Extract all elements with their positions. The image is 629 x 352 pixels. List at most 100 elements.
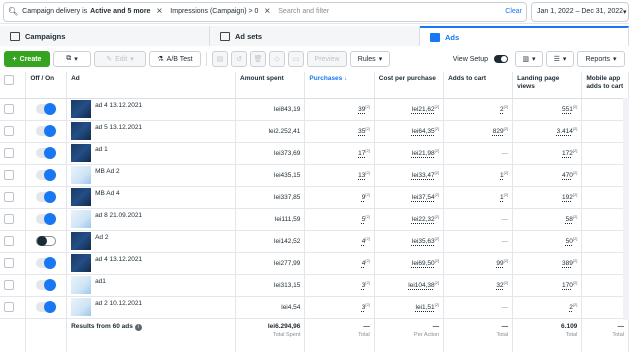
atc-cell[interactable]: 99[2] [443, 252, 514, 275]
table-row[interactable]: ad 1 lei373,69 17[2] lei21,98[2] —172[2] [0, 142, 629, 165]
row-checkbox[interactable] [4, 104, 14, 114]
cpp-cell-value[interactable]: lei104,38 [408, 283, 434, 290]
lpv-cell[interactable]: 2[2] [512, 296, 583, 319]
lpv-cell[interactable]: 192[2] [512, 186, 583, 209]
atc-cell-value[interactable]: 829 [493, 129, 504, 136]
ad-cell[interactable]: ad1 [66, 274, 237, 297]
table-row[interactable]: ad 5 13.12.2021 lei2.252,41 35[2] lei64,35[… [0, 120, 629, 143]
lpv-cell-value[interactable]: 170 [562, 283, 573, 290]
lpv-cell-value[interactable]: 50 [566, 239, 573, 246]
lpv-cell-value[interactable]: 192 [562, 195, 573, 202]
ad-name[interactable]: Ad 2 [95, 232, 108, 241]
lpv-cell-value[interactable]: 58 [566, 217, 573, 224]
ad-cell[interactable]: ad 8 21.09.2021 [66, 208, 237, 231]
date-range-picker[interactable]: Jan 1, 2022 – Dec 31, 2022 ▾ [531, 1, 629, 22]
purchases-cell[interactable]: 3[2] [304, 274, 375, 297]
purchases-cell[interactable]: 39[2] [304, 98, 375, 121]
column-header-ad[interactable]: Ad [66, 72, 237, 99]
atc-cell[interactable]: 32[2] [443, 274, 514, 297]
delete-button[interactable]: 🗑︎ [250, 51, 266, 67]
column-header-adds-to-cart[interactable]: Adds to cart [443, 72, 514, 99]
ad-name[interactable]: ad 4 13.12.2021 [95, 254, 142, 263]
lpv-cell[interactable]: 170[2] [512, 274, 583, 297]
cpp-cell[interactable]: lei21,62[2] [374, 98, 445, 121]
lpv-cell[interactable]: 172[2] [512, 142, 583, 165]
ad-cell[interactable]: Ad 2 [66, 230, 237, 253]
atc-cell[interactable]: 2[2] [443, 98, 514, 121]
cpp-cell-value[interactable]: lei33,47 [412, 173, 435, 180]
lpv-cell-value[interactable]: 389 [562, 261, 573, 268]
delivery-toggle[interactable] [36, 279, 57, 291]
table-row[interactable]: ad 4 13.12.2021 lei843,19 39[2] lei21,62[2]… [0, 98, 629, 121]
create-button[interactable]: + Create [4, 51, 50, 67]
row-checkbox[interactable] [4, 214, 14, 224]
cpp-cell-value[interactable]: lei64,35 [412, 129, 435, 136]
purchases-cell[interactable]: 17[2] [304, 142, 375, 165]
lpv-cell[interactable]: 58[2] [512, 208, 583, 231]
delivery-toggle[interactable] [36, 213, 57, 225]
row-checkbox[interactable] [4, 148, 14, 158]
delivery-toggle[interactable] [36, 103, 57, 115]
column-header-landing-page-views[interactable]: Landing page views [512, 72, 583, 99]
lpv-cell[interactable]: 470[2] [512, 164, 583, 187]
atc-cell-value[interactable]: 32 [496, 283, 503, 290]
cpp-cell-value[interactable]: lei21,98 [412, 151, 435, 158]
table-row[interactable]: MB Ad 4 lei337,85 9[2] lei37,54[2] 1[2] 192[2… [0, 186, 629, 209]
purchases-cell[interactable]: 3[2] [304, 296, 375, 319]
cpp-cell-value[interactable]: lei21,62 [412, 107, 435, 114]
ad-cell[interactable]: MB Ad 4 [66, 186, 237, 209]
row-checkbox[interactable] [4, 258, 14, 268]
ad-name[interactable]: ad 4 13.12.2021 [95, 100, 142, 109]
ad-name[interactable]: ad1 [95, 276, 106, 285]
table-row[interactable]: Ad 2 lei142,52 4[2] lei35,63[2] —50[2] [0, 230, 629, 253]
close-icon[interactable]: × [264, 6, 270, 17]
lpv-cell[interactable]: 50[2] [512, 230, 583, 253]
purchases-cell[interactable]: 13[2] [304, 164, 375, 187]
column-header-purchases[interactable]: Purchases ↓ [304, 72, 375, 99]
delivery-toggle[interactable] [36, 191, 57, 203]
columns-button[interactable]: ▥ ▾ [515, 51, 543, 67]
lpv-cell-value[interactable]: 172 [562, 151, 573, 158]
ab-test-button[interactable]: ⚗ A/B Test [149, 51, 201, 67]
ad-name[interactable]: ad 2 10.12.2021 [95, 298, 142, 307]
preview-button[interactable]: Preview [307, 51, 347, 67]
purchases-cell[interactable]: 9[2] [304, 186, 375, 209]
cpp-cell[interactable]: lei22,32[2] [374, 208, 445, 231]
lpv-cell-value[interactable]: 551 [562, 107, 573, 114]
row-checkbox[interactable] [4, 126, 14, 136]
edit-button[interactable]: ✎ Edit ▾ [94, 51, 146, 67]
tag-button[interactable]: ◇ [269, 51, 285, 67]
cpp-cell[interactable]: lei1,51[2] [374, 296, 445, 319]
atc-cell-value[interactable]: 99 [496, 261, 503, 268]
ad-cell[interactable]: MB Ad 2 [66, 164, 237, 187]
ad-name[interactable]: ad 5 13.12.2021 [95, 122, 142, 131]
table-row[interactable]: ad 8 21.09.2021 lei111,59 5[2] lei22,32[2] —… [0, 208, 629, 231]
breakdown-button[interactable]: ☰ ▾ [546, 51, 574, 67]
comment-button[interactable]: ▭ [288, 51, 304, 67]
filter-chip-delivery[interactable]: Campaign delivery is Active and 5 more × [22, 6, 162, 17]
delivery-toggle[interactable] [36, 257, 57, 269]
row-checkbox[interactable] [4, 170, 14, 180]
delivery-toggle[interactable] [36, 125, 57, 137]
cpp-cell-value[interactable]: lei69,50 [412, 261, 435, 268]
column-header-amount-spent[interactable]: Amount spent [235, 72, 306, 99]
table-row[interactable]: MB Ad 2 lei435,15 13[2] lei33,47[2] 1[2] 470[… [0, 164, 629, 187]
select-all-checkbox[interactable] [4, 75, 14, 85]
atc-cell[interactable]: 1[2] [443, 186, 514, 209]
delivery-toggle[interactable] [36, 147, 57, 159]
cpp-cell[interactable]: lei35,63[2] [374, 230, 445, 253]
reports-button[interactable]: Reports ▾ [577, 51, 625, 67]
row-checkbox[interactable] [4, 192, 14, 202]
duplicate-button[interactable]: ⧉ ▾ [53, 51, 91, 67]
cpp-cell[interactable]: lei64,35[2] [374, 120, 445, 143]
purchases-cell[interactable]: 35[2] [304, 120, 375, 143]
column-header-onoff[interactable]: Off / On [25, 72, 68, 99]
purchases-cell[interactable]: 4[2] [304, 230, 375, 253]
atc-cell[interactable]: 1[2] [443, 164, 514, 187]
clear-filters-link[interactable]: Clear [505, 8, 522, 15]
archive-button[interactable]: ▤ [212, 51, 228, 67]
ad-cell[interactable]: ad 2 10.12.2021 [66, 296, 237, 319]
row-checkbox[interactable] [4, 236, 14, 246]
cpp-cell[interactable]: lei69,50[2] [374, 252, 445, 275]
lpv-cell-value[interactable]: 470 [562, 173, 573, 180]
